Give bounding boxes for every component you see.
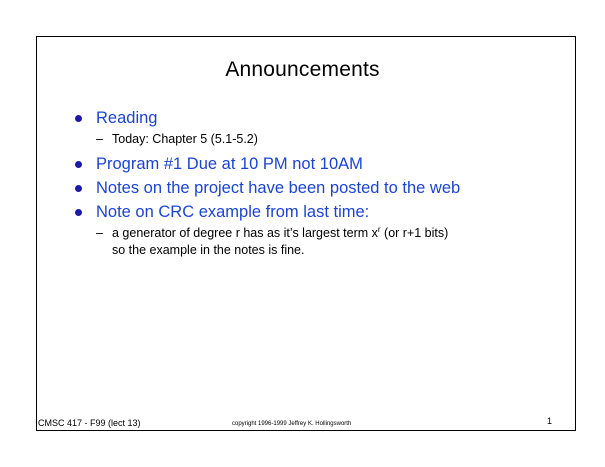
bullet-text: Notes on the project have been posted to… bbox=[96, 179, 461, 197]
bullet-text: Note on CRC example from last time: bbox=[96, 203, 370, 221]
footer-course: CMSC 417 - F99 (lect 13) bbox=[38, 418, 141, 428]
sub-item: – Today: Chapter 5 (5.1-5.2) bbox=[96, 131, 552, 148]
sub-item: – a generator of degree r has as it’s la… bbox=[96, 225, 552, 259]
sub-item-line-1: a generator of degree r has as it’s larg… bbox=[112, 225, 552, 242]
footer-copyright: copyright 1996-1999 Jeffrey K. Hollingsw… bbox=[232, 421, 352, 427]
page-number: 1 bbox=[547, 416, 553, 426]
sub-item-text-part-2: (or r+1 bits) bbox=[380, 226, 449, 240]
sub-list: – a generator of degree r has as it’s la… bbox=[96, 225, 552, 259]
bullet-dot-icon bbox=[75, 185, 82, 192]
bullet-list: Reading – Today: Chapter 5 (5.1-5.2) Pro… bbox=[72, 108, 552, 265]
slide-title: Announcements bbox=[225, 58, 380, 81]
bullet-dot-icon bbox=[75, 209, 82, 216]
sub-item-text: Today: Chapter 5 (5.1-5.2) bbox=[112, 132, 258, 146]
bullet-item-project-notes: Notes on the project have been posted to… bbox=[72, 178, 552, 198]
bullet-item-program-due: Program #1 Due at 10 PM not 10AM bbox=[72, 154, 552, 174]
bullet-text: Program #1 Due at 10 PM not 10AM bbox=[96, 155, 363, 173]
sub-item-line-2: so the example in the notes is fine. bbox=[112, 243, 305, 257]
bullet-item-reading: Reading – Today: Chapter 5 (5.1-5.2) bbox=[72, 108, 552, 148]
sub-item-text-part-1: a generator of degree r has as it’s larg… bbox=[112, 226, 378, 240]
bullet-text: Reading bbox=[96, 109, 158, 127]
bullet-dot-icon bbox=[75, 115, 82, 122]
dash-marker: – bbox=[96, 132, 103, 146]
sub-list: – Today: Chapter 5 (5.1-5.2) bbox=[96, 131, 552, 148]
bullet-dot-icon bbox=[75, 161, 82, 168]
bullet-item-crc-note: Note on CRC example from last time: – a … bbox=[72, 202, 552, 259]
dash-marker: – bbox=[96, 226, 103, 240]
